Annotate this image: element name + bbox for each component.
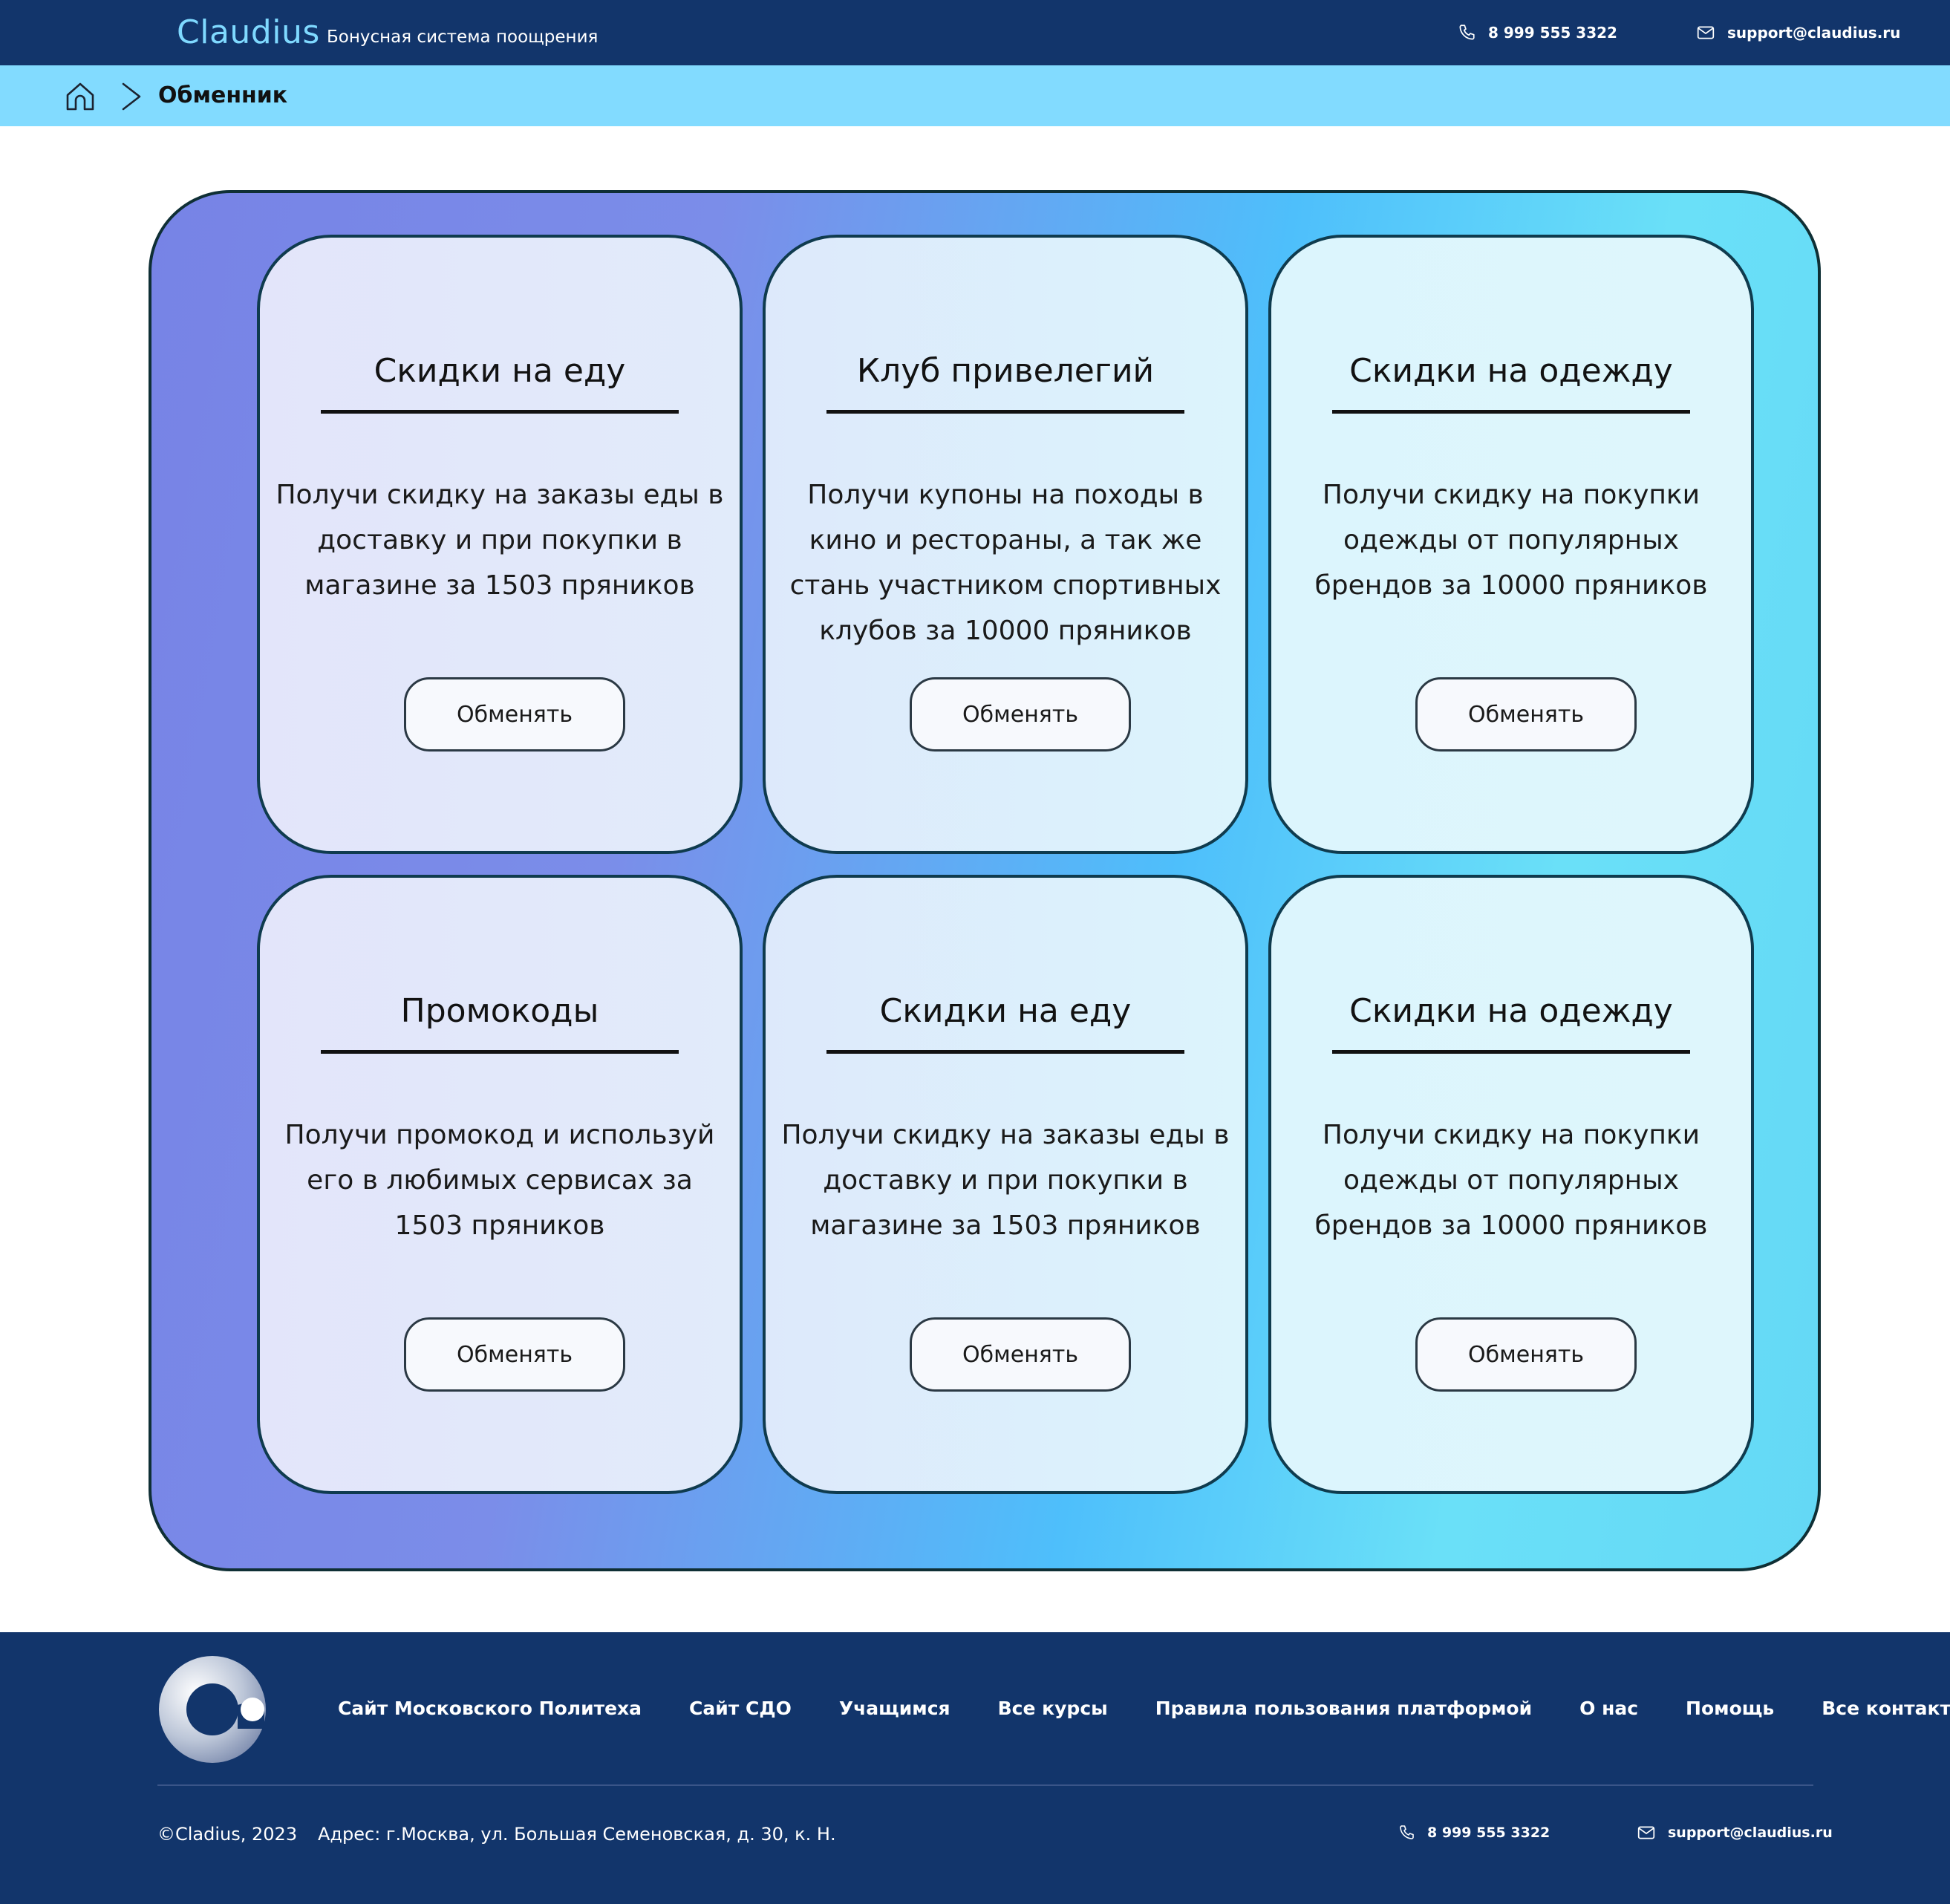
exchange-button[interactable]: Обменять	[404, 677, 625, 752]
title-divider	[1332, 1050, 1690, 1054]
offer-title: Скидки на еду	[374, 352, 626, 390]
footer-nav: Сайт Московского Политеха Сайт СДО Учащи…	[338, 1696, 1950, 1721]
footer: Сайт Московского Политеха Сайт СДО Учащи…	[0, 1632, 1950, 1904]
chevron-right-icon	[122, 82, 141, 111]
exchange-button[interactable]: Обменять	[910, 677, 1131, 752]
footer-link-polytech[interactable]: Сайт Московского Политеха	[338, 1696, 642, 1721]
breadcrumb: Обменник	[0, 65, 1950, 126]
offer-title: Скидки на одежду	[1349, 352, 1673, 390]
footer-link-courses[interactable]: Все курсы	[998, 1696, 1108, 1721]
header-phone-text: 8 999 555 3322	[1488, 24, 1617, 42]
exchange-button[interactable]: Обменять	[404, 1317, 625, 1392]
brand-tagline: Бонусная система поощрения	[327, 27, 599, 47]
footer-email[interactable]: support@claudius.ru	[1637, 1818, 1833, 1848]
title-divider	[826, 1050, 1184, 1054]
footer-phone-text: 8 999 555 3322	[1427, 1825, 1550, 1841]
offer-card: Скидки на еду Получи скидку на заказы ед…	[257, 235, 743, 854]
footer-divider	[157, 1784, 1813, 1786]
offer-description: Получи скидку на покупки одежды от попул…	[1314, 480, 1708, 601]
footer-link-contacts[interactable]: Все контакты	[1822, 1696, 1950, 1721]
header-phone[interactable]: 8 999 555 3322	[1457, 18, 1617, 48]
top-header: Claudius Бонусная система поощрения 8 99…	[0, 0, 1950, 65]
offers-grid: Скидки на еду Получи скидку на заказы ед…	[257, 235, 1757, 1497]
title-divider	[321, 1050, 679, 1054]
offer-card: Скидки на одежду Получи скидку на покупк…	[1268, 235, 1754, 854]
offer-card: Скидки на одежду Получи скидку на покупк…	[1268, 875, 1754, 1494]
title-divider	[1332, 410, 1690, 414]
header-email[interactable]: support@claudius.ru	[1696, 18, 1900, 48]
envelope-icon	[1637, 1826, 1655, 1839]
offer-card: Скидки на еду Получи скидку на заказы ед…	[763, 875, 1248, 1494]
offer-description: Получи скидку на заказы еды в доставку и…	[781, 1120, 1230, 1241]
footer-link-students[interactable]: Учащимся	[839, 1696, 950, 1721]
offer-title: Скидки на одежду	[1349, 992, 1673, 1030]
footer-link-rules[interactable]: Правила пользования платформой	[1155, 1696, 1532, 1721]
address: Адрес: г.Москва, ул. Большая Семеновская…	[318, 1824, 836, 1845]
offer-description: Получи скидку на покупки одежды от попул…	[1314, 1120, 1708, 1241]
header-email-text: support@claudius.ru	[1727, 24, 1901, 42]
footer-email-text: support@claudius.ru	[1668, 1825, 1833, 1841]
title-divider	[826, 410, 1184, 414]
footer-link-help[interactable]: Помощь	[1686, 1696, 1774, 1721]
home-icon[interactable]	[64, 80, 97, 113]
offer-title: Скидки на еду	[879, 992, 1132, 1030]
offer-description: Получи скидку на заказы еды в доставку и…	[275, 480, 724, 601]
envelope-icon	[1697, 26, 1715, 39]
footer-link-sdo[interactable]: Сайт СДО	[689, 1696, 792, 1721]
offer-card: Клуб привелегий Получи купоны на походы …	[763, 235, 1248, 854]
offer-description: Получи промокод и используй его в любимы…	[284, 1120, 715, 1241]
offer-description: Получи купоны на походы в кино и рестора…	[789, 480, 1222, 646]
footer-logo[interactable]	[157, 1654, 267, 1764]
exchange-button[interactable]: Обменять	[1415, 1317, 1637, 1392]
phone-icon	[1459, 25, 1475, 40]
breadcrumb-current: Обменник	[158, 82, 288, 108]
footer-phone[interactable]: 8 999 555 3322	[1398, 1818, 1550, 1848]
offer-title: Клуб привелегий	[856, 352, 1155, 390]
footer-link-about[interactable]: О нас	[1579, 1696, 1638, 1721]
offer-card: Промокоды Получи промокод и используй ег…	[257, 875, 743, 1494]
exchange-button[interactable]: Обменять	[910, 1317, 1131, 1392]
exchange-button[interactable]: Обменять	[1415, 677, 1637, 752]
phone-icon	[1400, 1825, 1414, 1839]
brand-logo-text[interactable]: Claudius	[177, 10, 320, 55]
copyright: ©Cladius, 2023	[157, 1824, 298, 1845]
offer-title: Промокоды	[400, 992, 599, 1030]
title-divider	[321, 410, 679, 414]
